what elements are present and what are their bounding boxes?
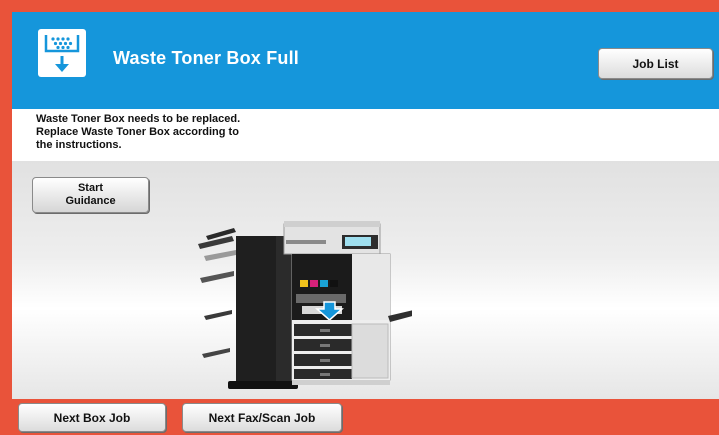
message-area: Waste Toner Box needs to be replaced. Re… [12,109,719,161]
message-line: Replace Waste Toner Box according to [36,126,239,138]
message-line: the instructions. [36,139,122,151]
screen-frame: Waste Toner Box Full Job List Waste Tone… [0,0,719,435]
next-fax-scan-job-button[interactable]: Next Fax/Scan Job [182,403,342,432]
footer-bar: Next Box Job Next Fax/Scan Job [12,399,719,435]
printer-illustration [192,216,420,396]
waste-toner-box-icon [38,29,86,77]
panel: Waste Toner Box Full Job List Waste Tone… [12,12,719,435]
start-guidance-label-1: Start [77,182,104,194]
next-box-job-button[interactable]: Next Box Job [18,403,166,432]
start-guidance-button[interactable]: Start Guidance [32,177,149,213]
page-title: Waste Toner Box Full [113,48,300,68]
header-bar: Waste Toner Box Full Job List [12,12,719,109]
start-guidance-label-2: Guidance [65,195,116,207]
illustration-area: Start Guidance [12,161,719,399]
job-list-button[interactable]: Job List [598,48,713,79]
message-line: Waste Toner Box needs to be replaced. [36,113,241,125]
